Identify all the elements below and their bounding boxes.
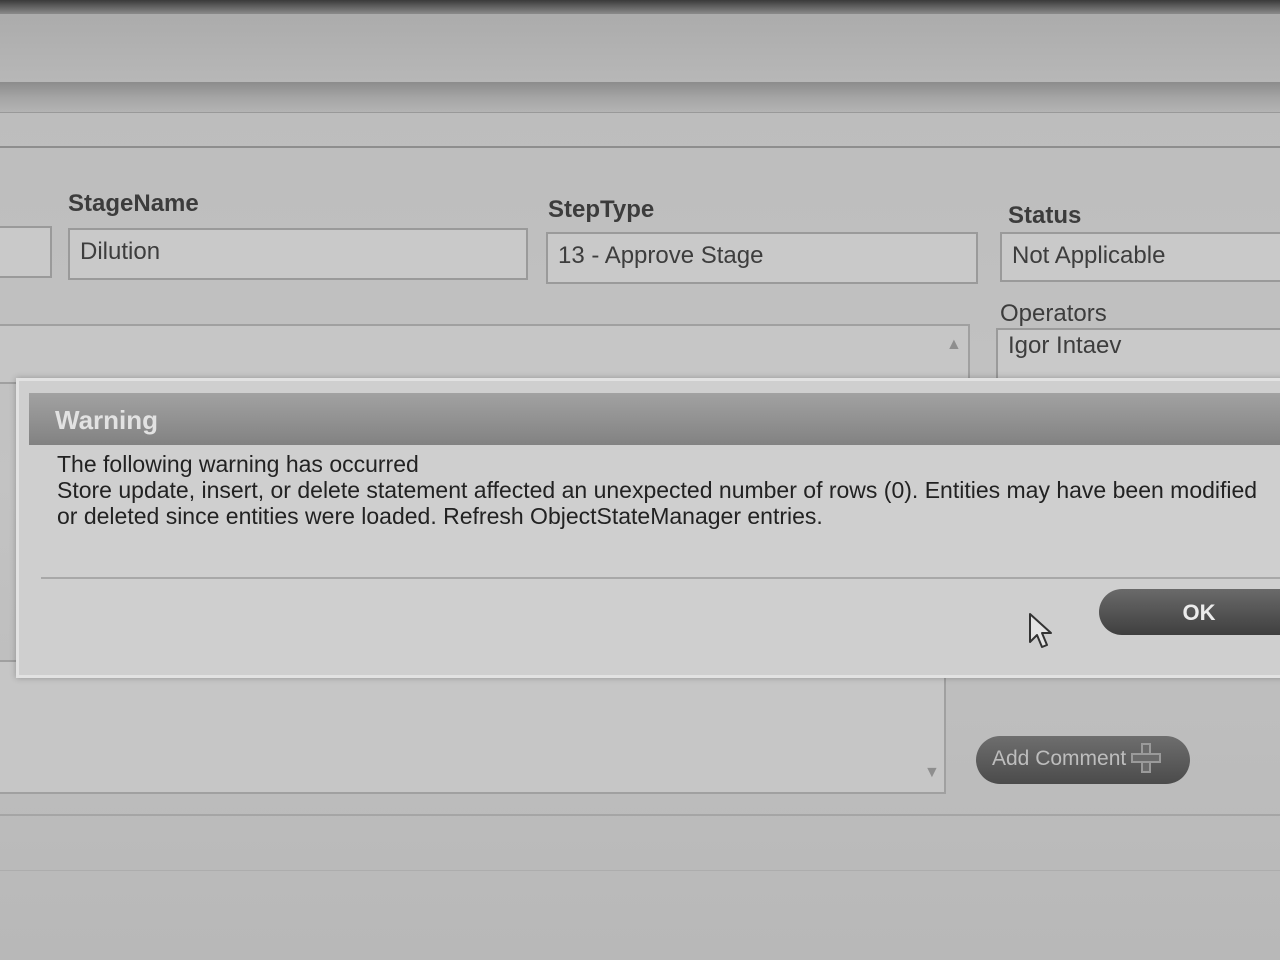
description-textarea[interactable] (0, 324, 970, 384)
stage-name-field[interactable]: Dilution (68, 228, 528, 280)
warning-dialog: Warning The following warning has occurr… (16, 378, 1280, 678)
application-screen: StageName Dilution StepType 13 - Approve… (0, 0, 1280, 960)
bottom-divider (0, 814, 1280, 816)
scroll-up-icon[interactable]: ▲ (946, 336, 962, 354)
stage-name-label: StageName (68, 190, 199, 217)
hidden-left-field[interactable] (0, 226, 52, 278)
bottom-divider-2 (0, 870, 1280, 871)
monitor-bezel (0, 0, 1280, 14)
scroll-down-icon[interactable]: ▼ (924, 764, 940, 782)
dialog-message: The following warning has occurred Store… (57, 451, 1267, 529)
mouse-cursor-icon (1029, 613, 1052, 648)
ok-button[interactable]: OK (1099, 589, 1280, 635)
header-bar (0, 82, 1280, 113)
status-field[interactable]: Not Applicable (1000, 232, 1280, 282)
step-type-label: StepType (548, 196, 655, 223)
dialog-header: Warning (29, 393, 1280, 445)
step-type-field[interactable]: 13 - Approve Stage (546, 232, 978, 284)
status-label: Status (1008, 202, 1082, 229)
dialog-title: Warning (55, 405, 159, 435)
plus-icon (1131, 743, 1161, 773)
add-comment-button[interactable]: Add Comment (976, 736, 1190, 784)
warning-detail-text: Store update, insert, or delete statemen… (57, 477, 1258, 529)
comments-textarea[interactable] (0, 660, 946, 794)
warning-heading-text: The following warning has occurred (57, 451, 419, 477)
dialog-divider (41, 577, 1280, 579)
operators-label: Operators (1000, 300, 1107, 327)
add-comment-label: Add Comment (992, 747, 1127, 770)
section-divider (0, 146, 1280, 148)
